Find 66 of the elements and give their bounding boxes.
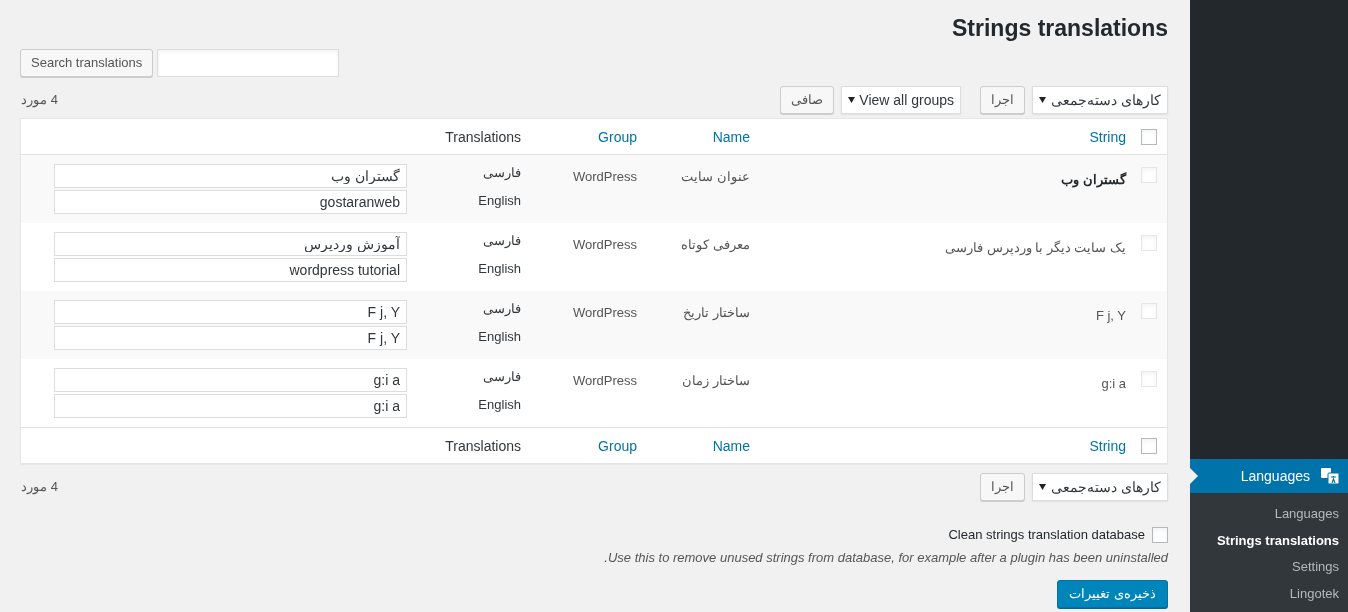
search-field[interactable] (157, 49, 340, 77)
name-text: ساختار زمان (682, 373, 750, 388)
translation-icon (1320, 467, 1340, 485)
submenu-link[interactable]: Strings translations (1190, 527, 1348, 554)
page-title: Strings translations (951, 14, 1168, 43)
translation-field[interactable]: gostaranweb (54, 190, 407, 214)
languages-menu-item[interactable]: Languages (1190, 459, 1348, 493)
translation-field[interactable]: g:i a (54, 394, 407, 418)
group-text: WordPress (572, 169, 637, 184)
language-label: فارسی (483, 368, 521, 386)
dropdown-value: کارهای دسته‌جمعی (1051, 90, 1161, 111)
translation-field[interactable]: آموزش وردپرس (54, 232, 407, 256)
language-label: English (478, 260, 521, 278)
item-count: 4 مورد (20, 478, 58, 497)
column-header: Translations (445, 128, 521, 145)
translation-field[interactable]: F j, Y (54, 326, 407, 350)
string-text: گستران وب (1061, 172, 1126, 187)
translation-field[interactable]: F j, Y (54, 300, 407, 324)
dropdown[interactable]: کارهای دسته‌جمعی (1032, 473, 1168, 501)
column-header[interactable]: Group (598, 437, 637, 454)
name-text: عنوان سایت (681, 169, 750, 184)
submenu-link[interactable]: Languages (1190, 501, 1348, 528)
apply-button[interactable]: اجرا (980, 473, 1025, 501)
filter-button[interactable]: صافی (780, 86, 834, 114)
option-description: Use this to remove unused strings from database, for example after a plugin has been uninstalled. (603, 549, 1168, 567)
language-label: English (478, 328, 521, 346)
save-button[interactable]: ذخیره‌ی تغییرات (1057, 580, 1168, 608)
string-text: یک سایت دیگر با وردپرس فارسی (944, 240, 1126, 255)
column-header: Translations (445, 437, 521, 454)
caret-icon (1039, 484, 1046, 490)
item-count: 4 مورد (20, 91, 58, 110)
caret-icon (848, 97, 855, 103)
checkbox[interactable] (1141, 128, 1157, 145)
translation-field[interactable]: گستران وب (54, 164, 407, 188)
language-label: فارسی (483, 232, 521, 250)
apply-button[interactable]: اجرا (980, 86, 1025, 114)
column-header[interactable]: Name (712, 128, 750, 145)
translation-field[interactable]: wordpress tutorial (54, 258, 407, 282)
checkbox[interactable] (1152, 527, 1168, 543)
option-label: Clean strings translation database (948, 526, 1145, 545)
dropdown-value: کارهای دسته‌جمعی (1051, 477, 1161, 498)
language-label: فارسی (483, 300, 521, 318)
group-text: WordPress (572, 237, 637, 252)
group-text: WordPress (572, 305, 637, 320)
column-header[interactable]: String (1089, 128, 1126, 145)
dropdown[interactable]: View all groups (841, 86, 961, 114)
string-text: F j, Y (1095, 308, 1126, 323)
search-button[interactable]: Search translations (20, 49, 154, 77)
submenu-link[interactable]: Lingotek (1190, 580, 1348, 607)
language-label: English (478, 396, 521, 414)
caret-icon (1039, 97, 1046, 103)
submenu-link[interactable]: Settings (1190, 554, 1348, 581)
group-text: WordPress (572, 373, 637, 388)
string-text: g:i a (1101, 376, 1126, 391)
name-text: معرفی کوتاه (681, 237, 750, 252)
checkbox[interactable] (1141, 437, 1157, 454)
current-arrow-icon (1190, 468, 1198, 484)
dropdown-value: View all groups (859, 90, 954, 110)
column-header[interactable]: Group (598, 128, 637, 145)
language-label: فارسی (483, 164, 521, 182)
column-header[interactable]: Name (712, 437, 750, 454)
name-text: ساختار تاریخ (683, 305, 750, 320)
translation-field[interactable]: g:i a (54, 368, 407, 392)
column-header[interactable]: String (1089, 437, 1126, 454)
language-label: English (478, 192, 521, 210)
dropdown[interactable]: کارهای دسته‌جمعی (1032, 86, 1168, 114)
